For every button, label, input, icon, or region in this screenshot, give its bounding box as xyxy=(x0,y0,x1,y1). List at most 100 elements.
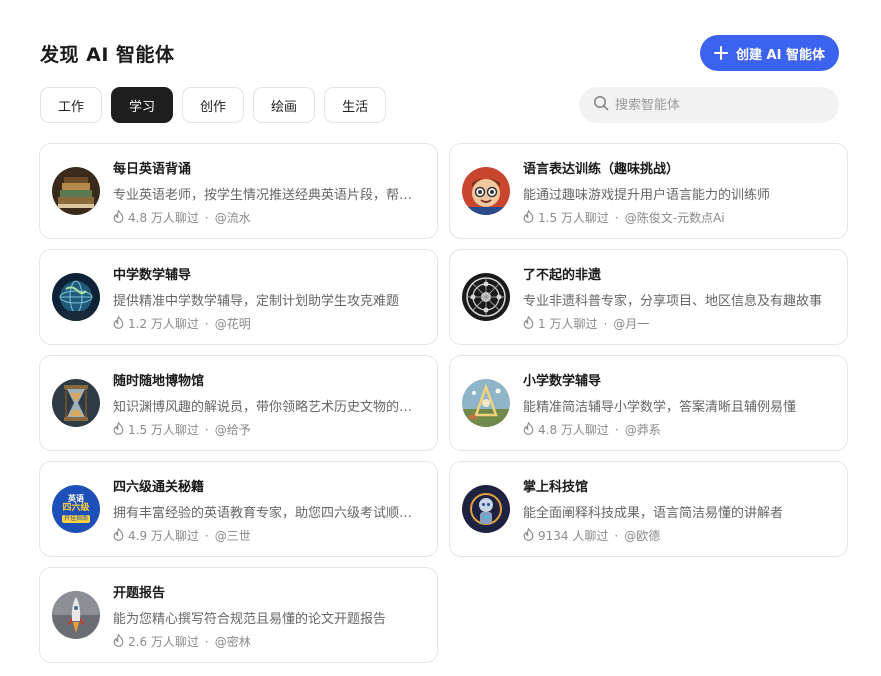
flame-icon xyxy=(523,421,534,438)
agent-card-language-training[interactable]: 语言表达训练（趣味挑战） 能通过趣味游戏提升用户语言能力的训练师 1.5 万人聊… xyxy=(449,143,848,239)
agent-title: 随时随地博物馆 xyxy=(113,374,205,389)
category-tabs: 工作 学习 创作 绘画 生活 xyxy=(40,87,387,123)
avatar-badge-line: 四六级 xyxy=(62,503,90,513)
agent-meta: 2.6 万人聊过 · @密林 xyxy=(113,633,251,650)
flame-icon xyxy=(523,527,534,544)
agent-meta: 1.5 万人聊过 · @陈俊文-元数点Ai xyxy=(523,209,725,226)
tab-life[interactable]: 生活 xyxy=(324,87,387,123)
agent-card-middle-math[interactable]: 中学数学辅导 提供精准中学数学辅导，定制计划助学生攻克难题 1.2 万人聊过 ·… xyxy=(39,249,438,345)
separator-dot: · xyxy=(614,422,619,437)
separator-dot: · xyxy=(204,210,209,225)
author-name[interactable]: @欧德 xyxy=(624,527,660,544)
author-name[interactable]: @三世 xyxy=(215,527,251,544)
agent-title: 每日英语背诵 xyxy=(113,162,192,177)
separator-dot: · xyxy=(204,528,209,543)
agent-title: 中学数学辅导 xyxy=(113,268,192,283)
tab-label: 绘画 xyxy=(271,99,298,115)
hourglass-avatar xyxy=(52,379,100,427)
chat-count: 1 万人聊过 xyxy=(538,317,598,331)
tab-study[interactable]: 学习 xyxy=(111,87,174,123)
tab-work[interactable]: 工作 xyxy=(40,87,103,123)
agent-description: 专业英语老师，按学生情况推送经典英语片段，帮助学生背诵 xyxy=(113,188,423,203)
tab-label: 生活 xyxy=(342,99,369,115)
chat-count: 4.8 万人聊过 xyxy=(128,211,199,225)
author-name[interactable]: @陈俊文-元数点Ai xyxy=(625,209,725,226)
tab-drawing[interactable]: 绘画 xyxy=(253,87,316,123)
agent-card-cet-guide[interactable]: 英语 四六级 开挂指南 四六级通关秘籍 拥有丰富经验的英语教育专家，助您四六级考… xyxy=(39,461,438,557)
flame-icon xyxy=(113,527,124,544)
page-title: 发现 AI 智能体 xyxy=(40,44,175,66)
chat-count: 2.6 万人聊过 xyxy=(128,635,199,649)
agent-meta: 1.2 万人聊过 · @花明 xyxy=(113,315,251,332)
search-input[interactable] xyxy=(615,97,815,113)
author-name[interactable]: @给予 xyxy=(215,421,251,438)
cartoon-boy-avatar xyxy=(462,167,510,215)
chat-count: 1.5 万人聊过 xyxy=(128,423,199,437)
agent-description: 能精准简洁辅导小学数学，答案清晰且辅例易懂 xyxy=(523,400,797,415)
flame-icon xyxy=(113,421,124,438)
agent-description: 提供精准中学数学辅导，定制计划助学生攻克难题 xyxy=(113,294,400,309)
separator-dot: · xyxy=(603,316,608,331)
plus-icon xyxy=(714,46,729,60)
author-name[interactable]: @花明 xyxy=(215,315,251,332)
create-agent-button[interactable]: 创建 AI 智能体 xyxy=(700,35,839,71)
pattern-avatar xyxy=(462,273,510,321)
agent-card-museum[interactable]: 随时随地博物馆 知识渊博风趣的解说员，带你领略艺术历史文物的魅力 1.5 万人聊… xyxy=(39,355,438,451)
separator-dot: · xyxy=(204,316,209,331)
chat-count: 9134 人聊过 xyxy=(538,529,609,543)
avatar-badge-line: 开挂指南 xyxy=(61,515,90,523)
rocket-avatar xyxy=(52,591,100,639)
chat-count: 4.8 万人聊过 xyxy=(538,423,609,437)
avatar-badge-line: 英语 xyxy=(68,494,84,503)
flame-icon xyxy=(113,633,124,650)
create-agent-label: 创建 AI 智能体 xyxy=(736,47,825,63)
fantasy-avatar xyxy=(462,379,510,427)
tab-label: 学习 xyxy=(129,99,156,115)
agent-title: 了不起的非遗 xyxy=(523,268,602,283)
tab-label: 工作 xyxy=(58,99,85,115)
agent-card-intangible-heritage[interactable]: 了不起的非遗 专业非遗科普专家，分享项目、地区信息及有趣故事 1 万人聊过 · … xyxy=(449,249,848,345)
flame-icon xyxy=(113,315,124,332)
agent-meta: 9134 人聊过 · @欧德 xyxy=(523,527,660,544)
agent-title: 语言表达训练（趣味挑战） xyxy=(523,162,680,177)
books-avatar xyxy=(52,167,100,215)
agent-meta: 1 万人聊过 · @月一 xyxy=(523,315,649,332)
agent-meta: 1.5 万人聊过 · @给予 xyxy=(113,421,251,438)
agent-description: 知识渊博风趣的解说员，带你领略艺术历史文物的魅力 xyxy=(113,400,423,415)
author-name[interactable]: @密林 xyxy=(215,633,251,650)
agent-description: 能通过趣味游戏提升用户语言能力的训练师 xyxy=(523,188,771,203)
robot-avatar xyxy=(462,485,510,533)
flame-icon xyxy=(523,315,534,332)
search-box[interactable] xyxy=(579,87,839,123)
agent-title: 小学数学辅导 xyxy=(523,374,602,389)
agent-description: 拥有丰富经验的英语教育专家，助您四六级考试顺利通关 xyxy=(113,506,423,521)
agent-title: 开题报告 xyxy=(113,586,166,601)
cet-guide-avatar: 英语 四六级 开挂指南 xyxy=(52,485,100,533)
agent-card-primary-math[interactable]: 小学数学辅导 能精准简洁辅导小学数学，答案清晰且辅例易懂 4.8 万人聊过 · … xyxy=(449,355,848,451)
agent-card-tech-museum[interactable]: 掌上科技馆 能全面阐释科技成果，语言简洁易懂的讲解者 9134 人聊过 · @欧… xyxy=(449,461,848,557)
chat-count: 4.9 万人聊过 xyxy=(128,529,199,543)
agent-title: 四六级通关秘籍 xyxy=(113,480,205,495)
separator-dot: · xyxy=(614,528,619,543)
tab-label: 创作 xyxy=(200,99,227,115)
agent-meta: 4.8 万人聊过 · @莽系 xyxy=(523,421,661,438)
separator-dot: · xyxy=(614,210,619,225)
author-name[interactable]: @莽系 xyxy=(625,421,661,438)
flame-icon xyxy=(523,209,534,226)
agent-description: 能全面阐释科技成果，语言简洁易懂的讲解者 xyxy=(523,506,784,521)
agent-description: 专业非遗科普专家，分享项目、地区信息及有趣故事 xyxy=(523,294,823,309)
chat-count: 1.5 万人聊过 xyxy=(538,211,609,225)
agent-meta: 4.9 万人聊过 · @三世 xyxy=(113,527,251,544)
agent-card-daily-english[interactable]: 每日英语背诵 专业英语老师，按学生情况推送经典英语片段，帮助学生背诵 4.8 万… xyxy=(39,143,438,239)
author-name[interactable]: @流水 xyxy=(215,209,251,226)
search-icon xyxy=(593,95,609,115)
agent-meta: 4.8 万人聊过 · @流水 xyxy=(113,209,251,226)
separator-dot: · xyxy=(204,634,209,649)
agent-title: 掌上科技馆 xyxy=(523,480,589,495)
author-name[interactable]: @月一 xyxy=(613,315,649,332)
agent-description: 能为您精心撰写符合规范且易懂的论文开题报告 xyxy=(113,612,387,627)
chat-count: 1.2 万人聊过 xyxy=(128,317,199,331)
agent-card-proposal-report[interactable]: 开题报告 能为您精心撰写符合规范且易懂的论文开题报告 2.6 万人聊过 · @密… xyxy=(39,567,438,663)
tab-create[interactable]: 创作 xyxy=(182,87,245,123)
separator-dot: · xyxy=(204,422,209,437)
